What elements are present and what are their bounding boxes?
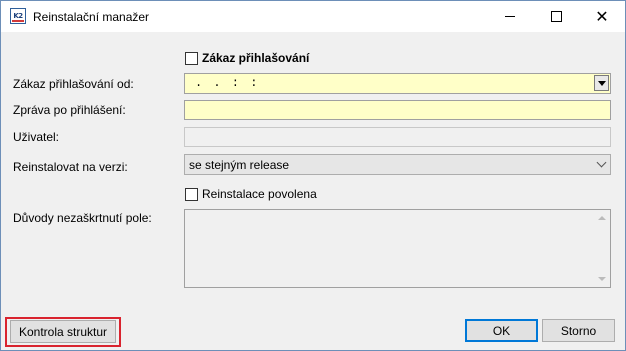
reinstalace-povolena-checkbox[interactable]: [185, 188, 198, 201]
title-bar[interactable]: K2 Reinstalační manažer ✕: [1, 1, 625, 32]
duvody-textarea: [184, 209, 611, 288]
uzivatel-label: Uživatel:: [13, 130, 60, 144]
zprava-label: Zpráva po přihlášení:: [13, 103, 126, 117]
zprava-input[interactable]: [184, 100, 611, 120]
minimize-icon: [505, 16, 515, 17]
close-icon: ✕: [595, 6, 609, 26]
zakaz-od-label: Zákaz přihlašování od:: [13, 77, 134, 91]
ok-button[interactable]: OK: [465, 319, 538, 342]
app-logo-icon: K2: [10, 8, 26, 24]
zakaz-prihlasovani-checkbox[interactable]: [185, 52, 198, 65]
zakaz-prihlasovani-checkbox-label[interactable]: Zákaz přihlašování: [202, 51, 309, 65]
zakaz-od-dropdown-button[interactable]: [594, 75, 609, 91]
duvody-scrollbar[interactable]: [594, 210, 610, 287]
app-logo-text: K2: [13, 12, 23, 20]
maximize-icon: [550, 11, 562, 22]
scroll-down-icon[interactable]: [598, 277, 606, 281]
zakaz-od-datetime-picker[interactable]: . . : :: [184, 73, 611, 94]
storno-button[interactable]: Storno: [542, 319, 615, 342]
close-button[interactable]: ✕: [579, 1, 625, 32]
scroll-up-icon[interactable]: [598, 216, 606, 220]
chevron-down-icon: [596, 157, 607, 168]
dialog-window: K2 Reinstalační manažer ✕ Zákaz přihlašo…: [0, 0, 626, 351]
minimize-button[interactable]: [487, 1, 533, 32]
reinstalace-povolena-label[interactable]: Reinstalace povolena: [202, 187, 317, 201]
reinstalovat-select[interactable]: se stejným release: [184, 154, 611, 175]
reinstalovat-label: Reinstalovat na verzi:: [13, 160, 128, 174]
chevron-down-icon: [597, 80, 606, 86]
kontrola-struktur-button[interactable]: Kontrola struktur: [10, 320, 116, 343]
window-title: Reinstalační manažer: [33, 10, 150, 24]
duvody-label: Důvody nezaškrtnutí pole:: [13, 211, 152, 225]
maximize-button[interactable]: [533, 1, 579, 32]
reinstalovat-select-value: se stejným release: [189, 158, 290, 172]
uzivatel-input: [184, 127, 611, 147]
zakaz-od-value: . . : :: [195, 76, 260, 90]
